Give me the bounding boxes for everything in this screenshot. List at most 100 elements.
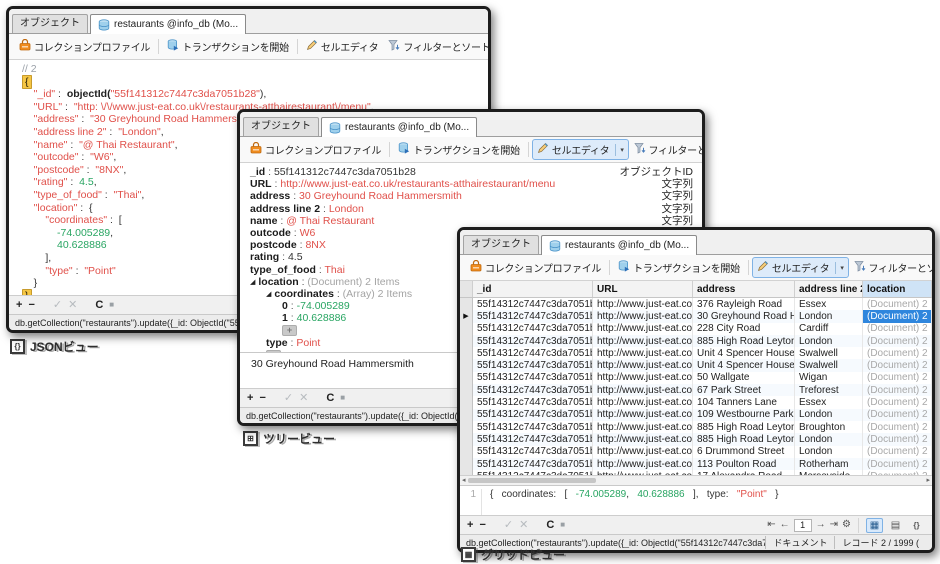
column-header-location[interactable]: location <box>863 281 932 297</box>
grid-cell[interactable]: 55f14312c7447c3da7051b2e <box>473 335 593 347</box>
grid-cell[interactable]: Rotherham <box>795 458 863 470</box>
form-view-button[interactable]: ▤ <box>887 518 904 533</box>
tree-row[interactable]: address : 30 Greyhound Road Hammersmith文… <box>240 190 702 202</box>
table-row[interactable]: 55f14312c7447c3da7051b2fhttp://www.just-… <box>460 347 932 359</box>
grid-cell[interactable]: Unit 4 Spencer House <box>693 347 795 359</box>
grid-cell[interactable]: 885 High Road Leytonstone <box>693 433 795 445</box>
table-row[interactable]: 55f14312c7447c3da7051b30http://www.just-… <box>460 359 932 371</box>
cancel-button[interactable]: ✕ <box>68 297 77 313</box>
grid-cell[interactable]: http://www.just-eat.co.uk/r <box>593 421 693 433</box>
row-selector-cell[interactable] <box>460 433 473 445</box>
grid-cell[interactable]: http://www.just-eat.co.uk/r <box>593 433 693 445</box>
grid-cell[interactable]: http://www.just-eat.co.uk/r <box>593 310 693 322</box>
table-row[interactable]: 55f14312c7447c3da7051b2ahttp://www.just-… <box>460 421 932 433</box>
column-header-_id[interactable]: _id <box>473 281 593 297</box>
cell-editor-button[interactable]: セルエディタ ▾ <box>752 257 849 278</box>
tab-collection[interactable]: restaurants @info_db (Mo... <box>541 235 697 255</box>
grid-cell[interactable]: 67 Park Street <box>693 384 795 396</box>
filter-sort-button[interactable]: フィルターとソート <box>849 257 932 278</box>
grid-cell[interactable]: Swalwell <box>795 359 863 371</box>
grid-cell[interactable]: Wigan <box>795 372 863 384</box>
grid-cell[interactable]: http://www.just-eat.co.uk/r <box>593 458 693 470</box>
grid-cell[interactable]: Unit 4 Spencer House <box>693 359 795 371</box>
grid-cell[interactable]: 104 Tanners Lane <box>693 396 795 408</box>
tab-object[interactable]: オブジェクト <box>12 14 88 33</box>
first-page-button[interactable]: ⇤ <box>767 518 775 532</box>
grid-cell[interactable]: 50 Wallgate <box>693 372 795 384</box>
grid-rows[interactable]: 55f14312c7447c3da7051b27http://www.just-… <box>460 298 932 475</box>
row-selector-cell[interactable] <box>460 359 473 371</box>
table-row[interactable]: 55f14312c7447c3da7051b33http://www.just-… <box>460 396 932 408</box>
grid-cell[interactable]: 55f14312c7447c3da7051b2f <box>473 347 593 359</box>
row-selector-cell[interactable] <box>460 458 473 470</box>
collection-profile-button[interactable]: コレクションプロファイル <box>465 257 606 278</box>
grid-cell[interactable]: http://www.just-eat.co.uk/r <box>593 359 693 371</box>
grid-cell[interactable]: http://www.just-eat.co.uk/r <box>593 335 693 347</box>
table-row[interactable]: 55f14312c7447c3da7051b34http://www.just-… <box>460 409 932 421</box>
last-page-button[interactable]: ⇥ <box>830 518 838 532</box>
tab-collection[interactable]: restaurants @info_db (Mo... <box>90 14 246 34</box>
grid-cell[interactable]: 376 Rayleigh Road <box>693 298 795 310</box>
grid-cell[interactable]: 55f14312c7447c3da7051b2b <box>473 458 593 470</box>
table-row[interactable]: 55f14312c7447c3da7051b2bhttp://www.just-… <box>460 458 932 470</box>
refresh-button[interactable]: C <box>546 517 554 533</box>
grid-cell[interactable]: http://www.just-eat.co.uk/r <box>593 323 693 335</box>
row-selector-cell[interactable] <box>460 335 473 347</box>
grid-cell[interactable]: (Document) 2 Fields <box>863 310 932 322</box>
grid-cell[interactable]: (Document) 2 Fields <box>863 409 932 421</box>
grid-cell[interactable]: 55f14312c7447c3da7051b27 <box>473 298 593 310</box>
horizontal-scrollbar[interactable]: ◂ ▸ <box>460 475 932 485</box>
scrollbar-thumb[interactable] <box>468 478 596 483</box>
row-selector-cell[interactable] <box>460 372 473 384</box>
stop-button[interactable]: ■ <box>340 390 345 406</box>
collection-profile-button[interactable]: コレクションプロファイル <box>14 36 155 57</box>
grid-cell[interactable]: London <box>795 433 863 445</box>
table-row[interactable]: 55f14312c7447c3da7051b26http://www.just-… <box>460 323 932 335</box>
grid-cell[interactable]: London <box>795 335 863 347</box>
grid-cell[interactable]: (Document) 2 Fields <box>863 323 932 335</box>
page-number-input[interactable]: 1 <box>794 519 812 532</box>
collapse-arrow-icon[interactable]: ◢ <box>250 279 255 286</box>
delete-record-button[interactable]: − <box>259 390 265 406</box>
grid-cell[interactable]: Cardiff <box>795 323 863 335</box>
row-selector-cell[interactable]: ▶ <box>460 310 473 322</box>
grid-cell[interactable]: London <box>795 409 863 421</box>
table-row[interactable]: 55f14312c7447c3da7051b27http://www.just-… <box>460 298 932 310</box>
tab-collection[interactable]: restaurants @info_db (Mo... <box>321 117 477 137</box>
grid-cell[interactable]: 885 High Road Leytonstone <box>693 421 795 433</box>
grid-cell[interactable]: Essex <box>795 396 863 408</box>
grid-cell[interactable]: (Document) 2 Fields <box>863 384 932 396</box>
row-selector-cell[interactable] <box>460 409 473 421</box>
tree-row[interactable]: name : @ Thai Restaurant文字列 <box>240 215 702 227</box>
grid-cell[interactable]: (Document) 2 Fields <box>863 433 932 445</box>
grid-cell[interactable]: 55f14312c7447c3da7051b2a <box>473 421 593 433</box>
grid-cell[interactable]: 6 Drummond Street <box>693 446 795 458</box>
filter-sort-button[interactable]: フィルターとソート <box>629 139 702 160</box>
grid-cell[interactable]: 55f14312c7447c3da7051b28 <box>473 310 593 322</box>
column-header-address-line-2[interactable]: address line 2 <box>795 281 863 297</box>
tab-object[interactable]: オブジェクト <box>463 235 539 254</box>
row-selector-cell[interactable] <box>460 446 473 458</box>
add-record-button[interactable]: + <box>467 517 473 533</box>
tab-object[interactable]: オブジェクト <box>243 117 319 136</box>
grid-cell[interactable]: (Document) 2 Fields <box>863 372 932 384</box>
grid-cell[interactable]: http://www.just-eat.co.uk/r <box>593 347 693 359</box>
grid-cell[interactable]: (Document) 2 Fields <box>863 347 932 359</box>
grid-cell[interactable]: (Document) 2 Fields <box>863 298 932 310</box>
grid-cell[interactable]: (Document) 2 Fields <box>863 458 932 470</box>
cell-editor-button[interactable]: セルエディタ ▾ <box>532 139 629 160</box>
grid-cell[interactable]: 55f14312c7447c3da7051b31 <box>473 384 593 396</box>
commit-button[interactable]: ✓ <box>284 390 293 406</box>
grid-cell[interactable]: Broughton <box>795 421 863 433</box>
grid-cell[interactable]: 30 Greyhound Road Hamm <box>693 310 795 322</box>
row-selector-cell[interactable] <box>460 323 473 335</box>
start-transaction-button[interactable]: トランザクションを開始 <box>613 257 745 278</box>
grid-cell[interactable]: http://www.just-eat.co.uk/r <box>593 372 693 384</box>
add-record-button[interactable]: + <box>16 297 22 313</box>
grid-cell[interactable]: 55f14312c7447c3da7051b2d <box>473 446 593 458</box>
row-selector-cell[interactable] <box>460 421 473 433</box>
grid-cell[interactable]: 113 Poulton Road <box>693 458 795 470</box>
start-transaction-button[interactable]: トランザクションを開始 <box>393 139 525 160</box>
grid-cell[interactable]: Treforest <box>795 384 863 396</box>
grid-cell[interactable]: (Document) 2 Fields <box>863 359 932 371</box>
